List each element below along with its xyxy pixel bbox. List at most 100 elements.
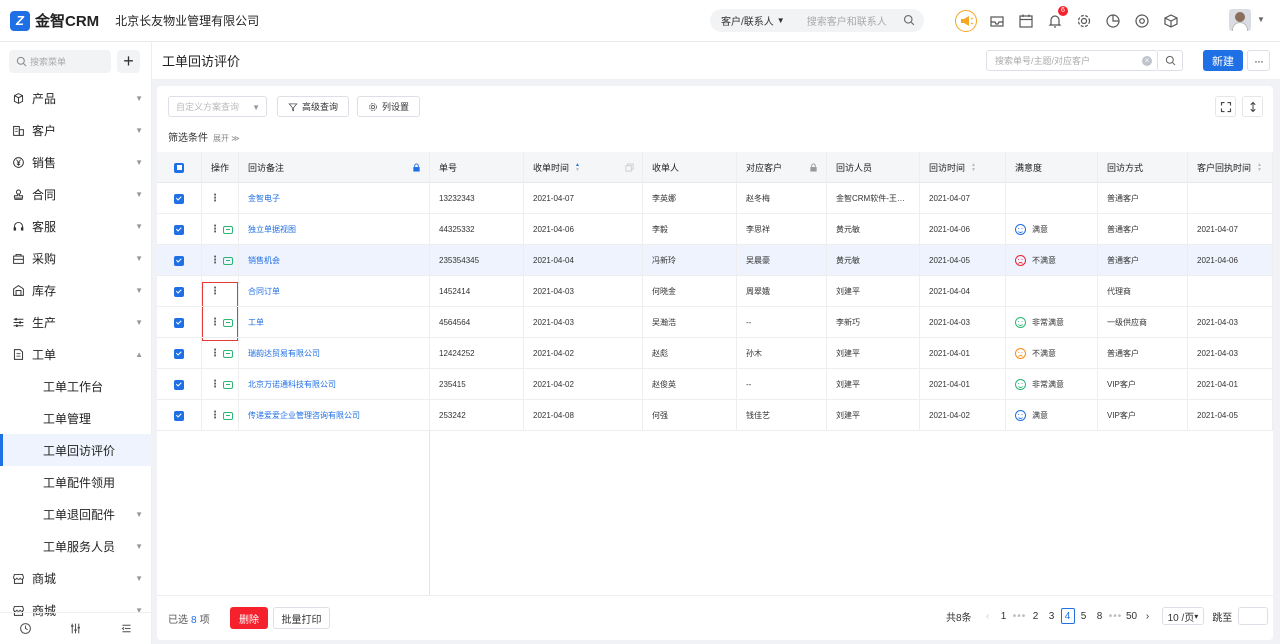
header-cell-recv_time[interactable]: 收单时间 ▲ ▼ xyxy=(524,152,643,183)
message-icon[interactable] xyxy=(223,380,233,389)
table-row[interactable]: ⋮ 传递爱爱企业管理咨询有限公司 253242 2021-04-08 何强 钱佳艺 刘建平 2… xyxy=(157,400,1273,431)
page-item[interactable]: 5 xyxy=(1077,608,1091,624)
message-icon[interactable] xyxy=(223,256,233,265)
prev-page-icon[interactable]: ‹ xyxy=(981,608,995,624)
pie-chart-icon[interactable] xyxy=(1101,9,1125,33)
more-actions-icon[interactable]: ⋮ xyxy=(210,224,220,235)
more-actions-icon[interactable]: ⋮ xyxy=(210,286,220,297)
sidebar-item-12[interactable]: 工单配件领用 xyxy=(0,466,152,498)
sidebar-item-7[interactable]: 生产 ▼ xyxy=(0,306,152,338)
global-search[interactable]: 客户/联系人 ▼ 搜索客户和联系人 xyxy=(710,9,924,32)
menu-search-input[interactable]: 搜索菜单 xyxy=(9,50,111,73)
sidebar-item-9[interactable]: 工单工作台 xyxy=(0,370,152,402)
sort-icon[interactable]: ▲ ▼ xyxy=(1257,162,1262,173)
sidebar-item-8[interactable]: 工单 ▲ xyxy=(0,338,152,370)
header-cell-visitor[interactable]: 回访人员 xyxy=(827,152,920,183)
cell-cb[interactable] xyxy=(157,245,202,276)
row-checkbox[interactable] xyxy=(174,286,184,297)
sidebar-item-6[interactable]: 库存 ▼ xyxy=(0,274,152,306)
scheme-select[interactable]: 自定义方案查询 ▼ xyxy=(168,96,267,117)
more-actions-icon[interactable]: ⋮ xyxy=(210,317,220,328)
cell-op[interactable]: ⋮ xyxy=(202,307,239,338)
cell-op[interactable]: ⋮ xyxy=(202,214,239,245)
filter-settings-icon[interactable] xyxy=(69,622,82,635)
cell-note[interactable]: 金智电子 xyxy=(239,183,430,214)
more-actions-icon[interactable]: ⋮ xyxy=(210,255,220,266)
advanced-query-button[interactable]: 高级查询 xyxy=(277,96,350,117)
add-menu-button[interactable]: + xyxy=(117,50,140,73)
more-actions-icon[interactable]: ⋮ xyxy=(210,379,220,390)
clear-icon[interactable]: × xyxy=(1142,56,1152,66)
inbox-icon[interactable] xyxy=(985,9,1009,33)
delete-button[interactable]: 删除 xyxy=(230,607,268,629)
row-checkbox[interactable] xyxy=(174,255,184,266)
table-row[interactable]: ⋮ 金智电子 13232343 2021-04-07 李英娜 赵冬梅 金智CRM软件-王… 2… xyxy=(157,183,1273,214)
cell-note[interactable]: 传递爱爱企业管理咨询有限公司 xyxy=(239,400,430,431)
message-icon[interactable] xyxy=(223,225,233,234)
record-search-input[interactable]: 搜索单号/主题/对应客户 × xyxy=(986,50,1158,71)
page-item[interactable]: 8 xyxy=(1093,608,1107,624)
cell-note[interactable]: 合同订单 xyxy=(239,276,430,307)
page-item[interactable]: 2 xyxy=(1029,608,1043,624)
header-cell-customer[interactable]: 对应客户 xyxy=(737,152,827,183)
megaphone-icon[interactable] xyxy=(955,10,977,32)
cell-cb[interactable] xyxy=(157,307,202,338)
cell-cb[interactable] xyxy=(157,183,202,214)
collapse-menu-icon[interactable] xyxy=(120,622,133,635)
global-search-input[interactable]: 搜索客户和联系人 xyxy=(807,13,887,28)
batch-print-button[interactable]: 批量打印 xyxy=(273,607,330,629)
cell-note[interactable]: 北京万诺通科技有限公司 xyxy=(239,369,430,400)
box-icon[interactable] xyxy=(1159,9,1183,33)
sort-icon[interactable]: ▲ ▼ xyxy=(971,162,976,173)
page-item[interactable]: ••• xyxy=(1013,608,1027,624)
cell-op[interactable]: ⋮ xyxy=(202,183,239,214)
cell-op[interactable]: ⋮ xyxy=(202,338,239,369)
gear-icon[interactable] xyxy=(1072,9,1096,33)
sidebar-item-15[interactable]: 商城 ▼ xyxy=(0,562,152,594)
table-row[interactable]: ⋮ 独立单据视图 44325332 2021-04-06 李毅 李思祥 黄元敏 2021-04… xyxy=(157,214,1273,245)
message-icon[interactable] xyxy=(223,318,233,327)
row-checkbox[interactable] xyxy=(174,348,184,359)
logo[interactable]: Z 金智CRM xyxy=(10,10,99,31)
table-row[interactable]: ⋮ 瑞韵达贸易有限公司 12424252 2021-04-02 赵彪 孙木 刘建平 2021-… xyxy=(157,338,1273,369)
new-button[interactable]: 新建 xyxy=(1203,50,1243,71)
jump-page-input[interactable] xyxy=(1238,607,1269,625)
sort-icon[interactable]: ▲ ▼ xyxy=(575,162,580,173)
sidebar-item-14[interactable]: 工单服务人员 ▼ xyxy=(0,530,152,562)
column-settings-button[interactable]: 列设置 xyxy=(357,96,421,117)
table-row[interactable]: ⋮ 合同订单 1452414 2021-04-03 何晓金 周翠娥 刘建平 2021-04-0… xyxy=(157,276,1273,307)
header-cell-method[interactable]: 回访方式 xyxy=(1098,152,1188,183)
cell-note[interactable]: 瑞韵达贸易有限公司 xyxy=(239,338,430,369)
header-cell-note[interactable]: 回访备注 xyxy=(239,152,430,183)
header-cell-receiver[interactable]: 收单人 xyxy=(643,152,737,183)
cell-op[interactable]: ⋮ xyxy=(202,400,239,431)
cell-cb[interactable] xyxy=(157,369,202,400)
search-button[interactable] xyxy=(1158,50,1183,71)
row-checkbox[interactable] xyxy=(174,410,184,421)
sidebar-item-2[interactable]: 销售 ▼ xyxy=(0,146,152,178)
cell-cb[interactable] xyxy=(157,214,202,245)
more-button[interactable]: ··· xyxy=(1247,50,1270,71)
avatar[interactable] xyxy=(1229,9,1251,31)
search-scope-select[interactable]: 客户/联系人 ▼ xyxy=(721,13,785,28)
chrome-icon[interactable] xyxy=(1130,9,1154,33)
cell-op[interactable]: ⋮ xyxy=(202,369,239,400)
next-page-icon[interactable]: › xyxy=(1141,608,1155,624)
page-item[interactable]: 50 xyxy=(1125,608,1139,624)
cell-cb[interactable] xyxy=(157,400,202,431)
table-row[interactable]: ⋮ 销售机会 235354345 2021-04-04 冯新玲 吴晨豪 黄元敏 2021-04… xyxy=(157,245,1273,276)
sidebar-item-13[interactable]: 工单退回配件 ▼ xyxy=(0,498,152,530)
header-cell-sat[interactable]: 满意度 xyxy=(1006,152,1098,183)
message-icon[interactable] xyxy=(223,411,233,420)
message-icon[interactable] xyxy=(223,349,233,358)
header-cell-cb[interactable] xyxy=(157,152,202,183)
page-item[interactable]: ••• xyxy=(1109,608,1123,624)
header-cell-visit_time[interactable]: 回访时间 ▲ ▼ xyxy=(920,152,1006,183)
sidebar-item-4[interactable]: 客服 ▼ xyxy=(0,210,152,242)
row-checkbox[interactable] xyxy=(174,317,184,328)
bell-icon[interactable]: 6 xyxy=(1043,6,1068,33)
cell-note[interactable]: 独立单据视图 xyxy=(239,214,430,245)
sidebar-item-5[interactable]: 采购 ▼ xyxy=(0,242,152,274)
fullscreen-icon[interactable] xyxy=(1215,96,1236,117)
sidebar-item-1[interactable]: 客户 ▼ xyxy=(0,114,152,146)
